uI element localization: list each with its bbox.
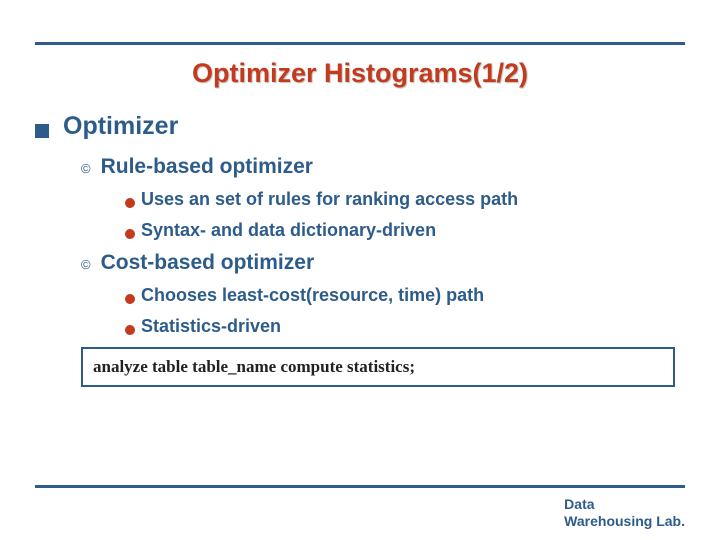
bullet-level3: Statistics-driven xyxy=(125,316,685,337)
copyright-bullet-icon: © xyxy=(81,257,91,272)
footer-label: Data Warehousing Lab. xyxy=(564,496,685,530)
square-bullet-icon xyxy=(35,124,49,138)
bullet-level2: © Cost-based optimizer xyxy=(81,251,685,275)
code-box: analyze table table_name compute statist… xyxy=(81,347,675,387)
bullet-level3: Chooses least-cost(resource, time) path xyxy=(125,285,685,306)
footer-line-1: Data xyxy=(564,496,594,512)
footer-line-2: Warehousing Lab. xyxy=(564,513,685,529)
bullet-level3: Uses an set of rules for ranking access … xyxy=(125,189,685,210)
level3-text: Syntax- and data dictionary-driven xyxy=(141,220,436,241)
level3-text: Chooses least-cost(resource, time) path xyxy=(141,285,484,306)
slide-title: Optimizer Histograms(1/2) xyxy=(0,58,720,89)
copyright-bullet-icon: © xyxy=(81,161,91,176)
level2-text: Cost-based optimizer xyxy=(101,251,315,275)
circle-bullet-icon xyxy=(125,229,135,239)
bullet-level1: Optimizer xyxy=(35,112,685,141)
level1-text: Optimizer xyxy=(63,112,178,141)
bottom-divider xyxy=(35,485,685,488)
bullet-level2: © Rule-based optimizer xyxy=(81,155,685,179)
bullet-level3: Syntax- and data dictionary-driven xyxy=(125,220,685,241)
top-divider xyxy=(35,42,685,45)
level3-text: Uses an set of rules for ranking access … xyxy=(141,189,518,210)
circle-bullet-icon xyxy=(125,294,135,304)
circle-bullet-icon xyxy=(125,325,135,335)
slide-content: Optimizer © Rule-based optimizer Uses an… xyxy=(35,112,685,387)
level2-text: Rule-based optimizer xyxy=(101,155,313,179)
circle-bullet-icon xyxy=(125,198,135,208)
level3-text: Statistics-driven xyxy=(141,316,281,337)
